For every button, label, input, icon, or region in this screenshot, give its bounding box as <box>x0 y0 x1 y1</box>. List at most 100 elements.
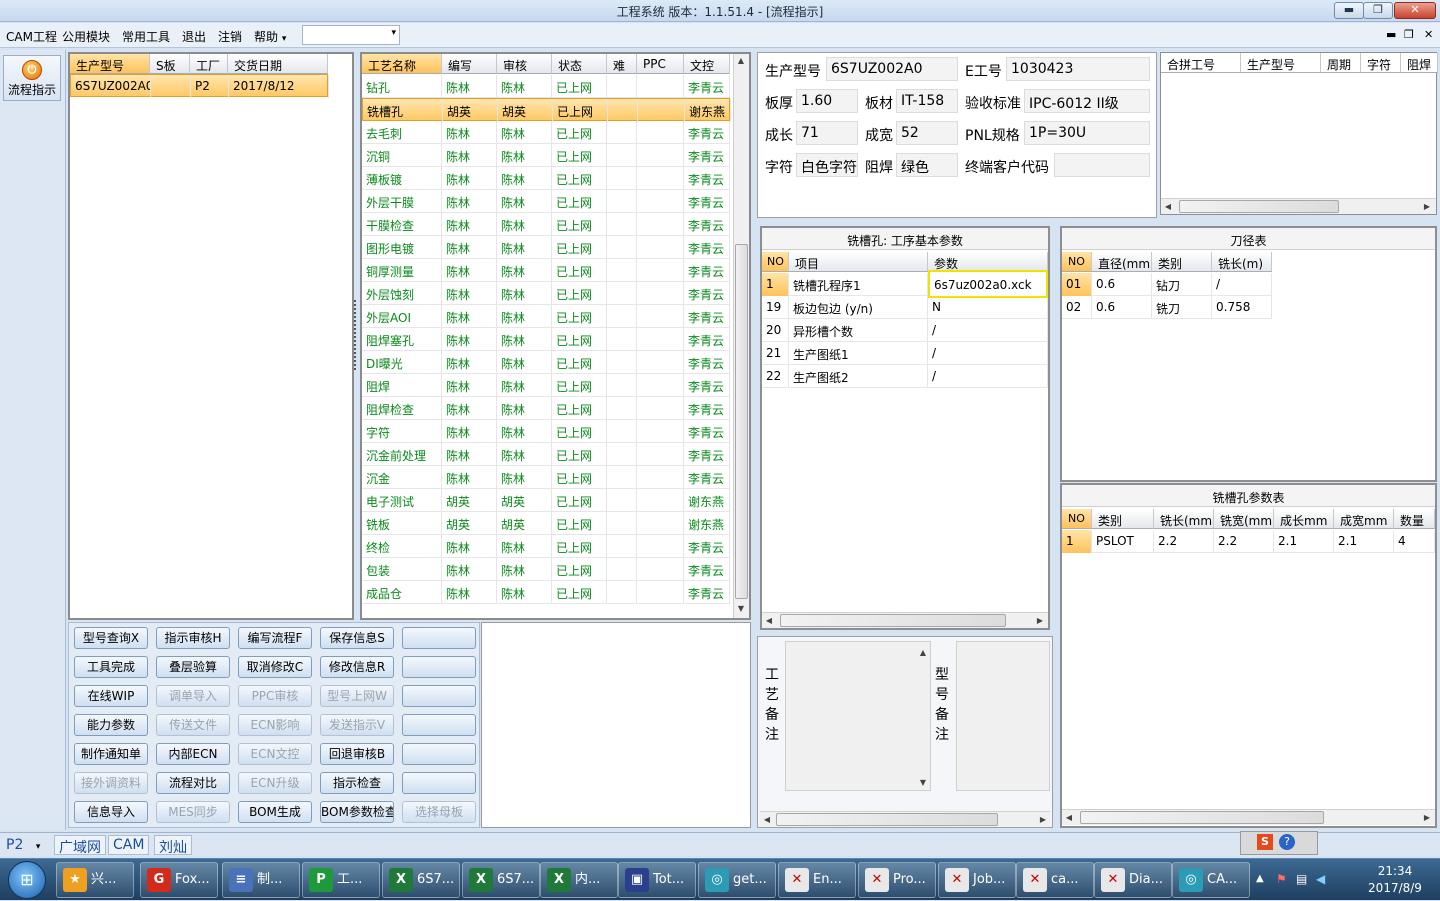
action-button-2[interactable]: 指示审核H <box>156 627 230 649</box>
scroll-up-icon[interactable]: ▲ <box>734 56 748 65</box>
action-button-1[interactable]: 型号查询X <box>74 627 148 649</box>
action-button-4[interactable]: 保存信息S <box>320 627 394 649</box>
blank-button-5[interactable] <box>402 627 476 649</box>
process-note-field[interactable]: ▲ ▼ <box>785 641 931 791</box>
material-field[interactable]: IT-158 <box>896 89 958 113</box>
table-row[interactable]: DI曝光 陈林 陈林 已上网 李青云 <box>362 351 730 374</box>
flow-instruction-button[interactable]: ⏻ 流程指示 <box>3 55 61 101</box>
table-row[interactable]: 成品仓 陈林 陈林 已上网 李青云 <box>362 581 730 604</box>
table-row[interactable]: 外层干膜 陈林 陈林 已上网 李青云 <box>362 190 730 213</box>
params-hscroll[interactable]: ◀ ▶ <box>762 612 1048 628</box>
scroll-down-icon[interactable]: ▼ <box>916 778 930 787</box>
blank-button-30[interactable] <box>402 772 476 794</box>
model-note-field[interactable] <box>956 641 1050 791</box>
col-header-delivery-date[interactable]: 交货日期 <box>228 54 328 74</box>
table-row[interactable]: 终检 陈林 陈林 已上网 李青云 <box>362 535 730 558</box>
taskbar-item-3[interactable]: ≡ 制... <box>222 862 300 898</box>
action-button-3[interactable]: 编写流程F <box>238 627 312 649</box>
action-button-34[interactable]: BOM参数检查 <box>320 801 394 823</box>
col-header-finished-length[interactable]: 成长mm <box>1274 509 1334 529</box>
table-row[interactable]: 外层AOI 陈林 陈林 已上网 李青云 <box>362 305 730 328</box>
table-row[interactable]: 22 生产图纸2/ <box>762 365 1048 388</box>
scroll-thumb[interactable] <box>1080 811 1324 824</box>
taskbar-item-5[interactable]: X 6S7... <box>382 862 460 898</box>
close-button[interactable]: ✕ <box>1394 2 1436 19</box>
scroll-down-icon[interactable]: ▼ <box>734 604 748 613</box>
col-header-diameter[interactable]: 直径(mm) <box>1092 252 1152 272</box>
process-vscroll[interactable]: ▲ ▼ <box>733 54 749 618</box>
standard-field[interactable]: IPC-6012 II级 <box>1024 89 1150 113</box>
col-header-tool-type[interactable]: 类别 <box>1152 252 1212 272</box>
col-header-no[interactable]: NO <box>1062 509 1092 529</box>
action-button-19[interactable]: 发送指示V <box>320 714 394 736</box>
col-header-quantity[interactable]: 数量 <box>1394 509 1435 529</box>
table-row[interactable]: 电子测试 胡英 胡英 已上网 谢东燕 <box>362 489 730 512</box>
col-header-no[interactable]: NO <box>1062 252 1092 272</box>
col-header-status[interactable]: 状态 <box>552 54 607 74</box>
col-header-writer[interactable]: 编写 <box>442 54 497 74</box>
col-header-slot-width[interactable]: 铣宽(mm) <box>1214 509 1274 529</box>
action-button-27[interactable]: 流程对比 <box>156 772 230 794</box>
table-row[interactable]: 6S7UZ002A0 P2 2017/8/12 <box>70 74 329 98</box>
e-number-field[interactable]: 1030423 <box>1006 57 1150 81</box>
col-header-param[interactable]: 参数 <box>928 252 1048 272</box>
mdi-minimize-button[interactable]: ▬ <box>1386 28 1396 41</box>
col-header-reviewer[interactable]: 审核 <box>497 54 552 74</box>
col-header-finished-width[interactable]: 成宽mm <box>1334 509 1394 529</box>
scroll-up-icon[interactable]: ▲ <box>916 648 930 657</box>
col-header-cycle[interactable]: 周期 <box>1321 53 1361 73</box>
menu-exit[interactable]: 退出 <box>182 28 206 45</box>
thickness-field[interactable]: 1.60 <box>796 89 858 113</box>
scroll-right-icon[interactable]: ▶ <box>1036 815 1050 824</box>
col-header-s-board[interactable]: S板 <box>150 54 190 74</box>
table-row[interactable]: 薄板镀 陈林 陈林 已上网 李青云 <box>362 167 730 190</box>
action-button-9[interactable]: 修改信息R <box>320 656 394 678</box>
scroll-thumb[interactable] <box>776 813 998 826</box>
network-icon[interactable]: ▤ <box>1296 872 1307 886</box>
menu-logout[interactable]: 注销 <box>218 28 242 45</box>
table-row[interactable]: 外层蚀刻 陈林 陈林 已上网 李青云 <box>362 282 730 305</box>
notes-hscroll[interactable]: ◀ ▶ <box>760 811 1050 827</box>
table-row[interactable]: 钻孔 陈林 陈林 已上网 李青云 <box>362 75 730 98</box>
restore-button[interactable]: ❐ <box>1363 2 1393 19</box>
scroll-right-icon[interactable]: ▶ <box>1033 616 1047 625</box>
table-row[interactable]: 铣板 胡英 胡英 已上网 谢东燕 <box>362 512 730 535</box>
pnl-field[interactable]: 1P=30U <box>1024 121 1150 145</box>
table-row[interactable]: 去毛刺 陈林 陈林 已上网 李青云 <box>362 121 730 144</box>
merge-hscroll[interactable]: ◀ ▶ <box>1161 198 1436 214</box>
table-row[interactable]: 阻焊 陈林 陈林 已上网 李青云 <box>362 374 730 397</box>
taskbar-item-1[interactable]: ★ 兴... <box>56 862 134 898</box>
action-button-35[interactable]: 选择母板 <box>402 801 476 823</box>
scroll-thumb[interactable] <box>735 244 748 599</box>
factory-selector[interactable]: P2 ▾ <box>6 837 40 853</box>
col-header-model[interactable]: 生产型号 <box>70 54 150 74</box>
taskbar-item-10[interactable]: ✕ En... <box>778 862 856 898</box>
taskbar-item-8[interactable]: ▣ Tot... <box>618 862 696 898</box>
table-row[interactable]: 铣槽孔 胡英 胡英 已上网 谢东燕 <box>362 98 731 122</box>
menu-cam[interactable]: CAM工程 <box>6 28 57 45</box>
table-row[interactable]: 02 0.6 铣刀 0.758 <box>1062 296 1272 319</box>
action-button-18[interactable]: ECN影响 <box>238 714 312 736</box>
table-row[interactable]: 包装 陈林 陈林 已上网 李青云 <box>362 558 730 581</box>
taskbar-item-12[interactable]: ✕ Job... <box>938 862 1016 898</box>
clock-date[interactable]: 2017/8/9 <box>1360 881 1430 895</box>
action-button-12[interactable]: 调单导入 <box>156 685 230 707</box>
table-row[interactable]: 干膜检查 陈林 陈林 已上网 李青云 <box>362 213 730 236</box>
blank-button-20[interactable] <box>402 714 476 736</box>
col-header-difficulty[interactable]: 难 <box>607 54 637 74</box>
action-button-31[interactable]: 信息导入 <box>74 801 148 823</box>
table-row[interactable]: 铜厚测量 陈林 陈林 已上网 李青云 <box>362 259 730 282</box>
scroll-right-icon[interactable]: ▶ <box>1420 202 1434 211</box>
scroll-right-icon[interactable]: ▶ <box>1420 813 1434 822</box>
blank-button-15[interactable] <box>402 685 476 707</box>
table-row[interactable]: 沉金前处理 陈林 陈林 已上网 李青云 <box>362 443 730 466</box>
clock-time[interactable]: 21:34 <box>1360 864 1430 878</box>
slot-hscroll[interactable]: ◀ ▶ <box>1062 809 1435 825</box>
action-button-28[interactable]: ECN升级 <box>238 772 312 794</box>
taskbar-item-2[interactable]: G Fox... <box>140 862 218 898</box>
menu-common-tools[interactable]: 常用工具 <box>122 28 170 45</box>
action-button-7[interactable]: 叠层验算 <box>156 656 230 678</box>
col-header-slot-length[interactable]: 铣长(mm) <box>1154 509 1214 529</box>
finished-length-field[interactable]: 71 <box>796 121 858 145</box>
taskbar-item-15[interactable]: ◎ CA... <box>1172 862 1250 898</box>
